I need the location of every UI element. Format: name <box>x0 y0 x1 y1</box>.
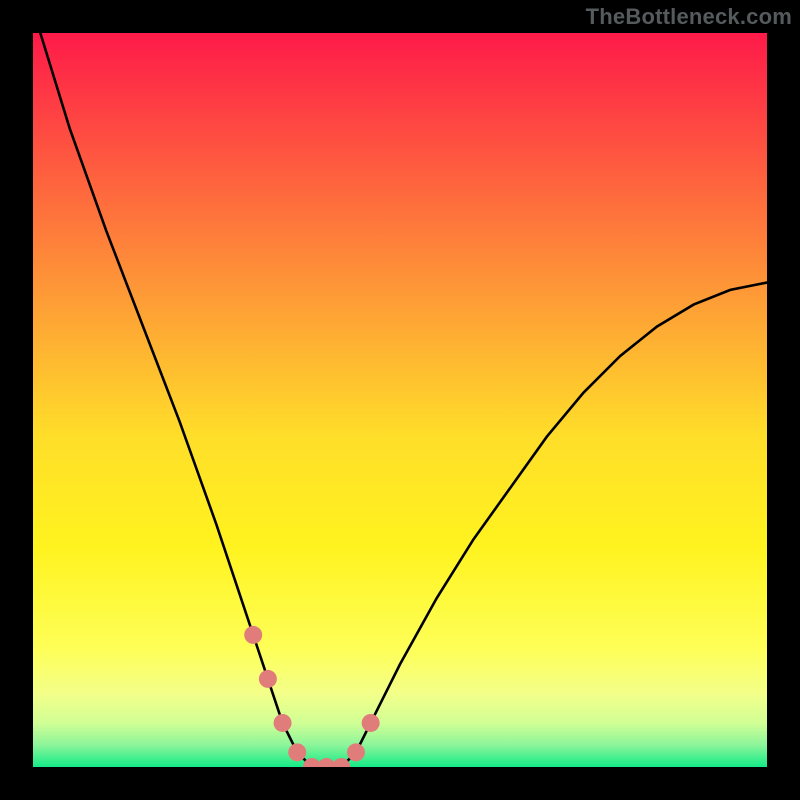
gradient-background <box>33 33 767 767</box>
chart-container: TheBottleneck.com <box>0 0 800 800</box>
highlight-dot <box>362 714 380 732</box>
highlight-dot <box>347 743 365 761</box>
highlight-dot <box>288 743 306 761</box>
chart-plot <box>33 33 767 767</box>
highlight-dot <box>274 714 292 732</box>
highlight-dot <box>244 626 262 644</box>
highlight-dot <box>259 670 277 688</box>
watermark-text: TheBottleneck.com <box>586 4 792 30</box>
